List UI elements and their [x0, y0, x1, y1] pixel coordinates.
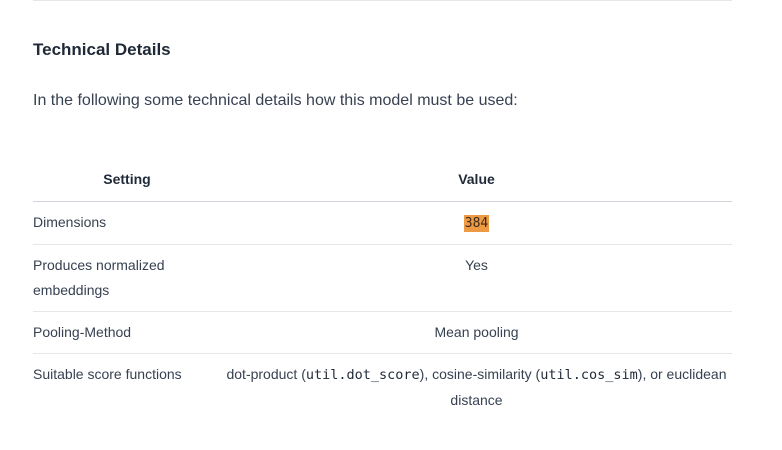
section-heading: Technical Details: [33, 40, 171, 59]
value-cell: 384: [221, 201, 732, 245]
header-setting: Setting: [33, 157, 221, 202]
table-header-row: Setting Value: [33, 157, 732, 202]
table-row: Suitable score functions dot-product (ut…: [33, 354, 732, 422]
intro-paragraph: In the following some technical details …: [33, 92, 518, 109]
value-cell: Mean pooling: [221, 311, 732, 354]
value-cell: Yes: [221, 244, 732, 312]
setting-pooling: Pooling-Method: [33, 311, 221, 354]
inline-code: util.cos_sim: [540, 367, 638, 383]
setting-normalized: Produces normalized embeddings: [33, 244, 221, 312]
inline-code: util.dot_score: [305, 367, 420, 383]
value-text: ), cosine-similarity (: [419, 366, 541, 382]
technical-details-table: Setting Value Dimensions 384 Produces no…: [33, 157, 732, 421]
highlighted-value: 384: [463, 215, 490, 232]
value-cell: dot-product (util.dot_score), cosine-sim…: [221, 354, 732, 422]
table-row: Pooling-Method Mean pooling: [33, 311, 732, 354]
setting-dimensions: Dimensions: [33, 201, 221, 245]
header-value: Value: [221, 157, 732, 202]
setting-score-functions: Suitable score functions: [33, 366, 182, 382]
top-divider: [33, 0, 732, 1]
table-row: Dimensions 384: [33, 201, 732, 245]
table-row: Produces normalized embeddings Yes: [33, 244, 732, 312]
value-text: dot-product (: [226, 366, 306, 382]
